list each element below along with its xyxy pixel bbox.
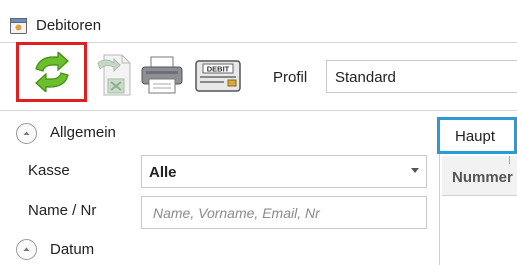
window-title: Debitoren bbox=[36, 17, 102, 34]
refresh-button[interactable] bbox=[16, 42, 87, 102]
export-button[interactable] bbox=[96, 53, 132, 97]
section-general-toggle[interactable] bbox=[16, 123, 37, 144]
name-nr-label: Name / Nr bbox=[28, 202, 97, 219]
app-window-icon bbox=[10, 18, 27, 34]
debit-card-icon: DEBIT bbox=[195, 60, 241, 92]
column-header-label: Nummer bbox=[452, 169, 513, 186]
excel-export-icon bbox=[97, 54, 131, 96]
profile-value: Standard bbox=[335, 69, 396, 86]
section-date-toggle[interactable] bbox=[16, 239, 37, 260]
refresh-arrows-icon bbox=[35, 52, 69, 92]
profile-label: Profil bbox=[273, 69, 308, 86]
print-button[interactable] bbox=[140, 55, 184, 95]
panel-divider bbox=[439, 150, 440, 265]
section-date-label: Datum bbox=[50, 241, 95, 258]
chevron-up-icon bbox=[23, 247, 30, 251]
column-sort-indicator bbox=[509, 156, 510, 164]
chevron-down-icon bbox=[411, 168, 419, 173]
printer-icon bbox=[141, 56, 183, 94]
kasse-value: Alle bbox=[149, 164, 177, 181]
tab-haupt-label: Haupt bbox=[455, 128, 496, 145]
name-nr-input[interactable] bbox=[153, 204, 423, 222]
toolbar-separator bbox=[0, 110, 517, 111]
debit-card-text: DEBIT bbox=[207, 65, 230, 74]
kasse-label: Kasse bbox=[28, 162, 70, 179]
section-general-label: Allgemein bbox=[50, 124, 116, 141]
kasse-select[interactable] bbox=[141, 155, 427, 188]
debit-card-button[interactable]: DEBIT bbox=[195, 60, 241, 92]
chevron-up-icon bbox=[23, 131, 30, 135]
